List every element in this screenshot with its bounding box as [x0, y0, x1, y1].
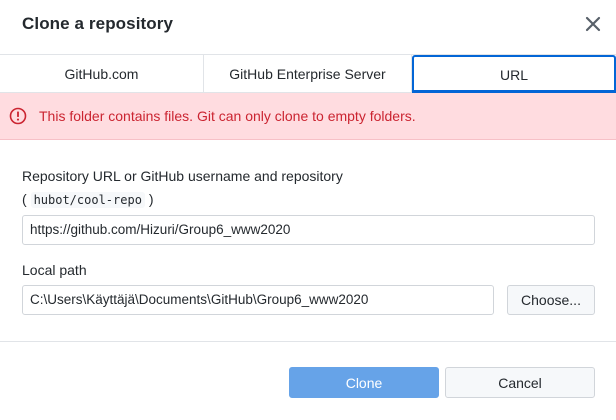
cancel-button[interactable]: Cancel: [445, 367, 595, 398]
repository-url-label: Repository URL or GitHub username and re…: [22, 168, 343, 184]
local-path-input[interactable]: C:\Users\Käyttäjä\Documents\GitHub\Group…: [22, 285, 494, 315]
repository-url-hint: ( hubot/cool-repo ): [22, 191, 154, 208]
clone-button[interactable]: Clone: [289, 367, 439, 398]
tab-bar: GitHub.com GitHub Enterprise Server URL: [0, 55, 616, 93]
hint-close-paren: ): [148, 191, 154, 207]
tab-label: GitHub.com: [64, 65, 139, 82]
dialog-title: Clone a repository: [22, 14, 174, 33]
alert-circle-icon: [9, 107, 27, 125]
hint-open-paren: (: [22, 191, 27, 207]
footer-divider: [0, 341, 616, 342]
choose-button[interactable]: Choose...: [507, 285, 595, 315]
tab-github-com[interactable]: GitHub.com: [0, 55, 204, 92]
tab-url[interactable]: URL: [412, 55, 616, 93]
error-message: This folder contains files. Git can only…: [39, 108, 416, 124]
local-path-label: Local path: [22, 262, 87, 278]
tab-github-enterprise-server[interactable]: GitHub Enterprise Server: [204, 55, 412, 92]
tab-label: URL: [499, 66, 528, 83]
error-banner: This folder contains files. Git can only…: [0, 93, 616, 140]
close-icon[interactable]: [582, 13, 604, 35]
hint-example-code: hubot/cool-repo: [30, 192, 145, 208]
repository-url-input[interactable]: https://github.com/Hizuri/Group6_www2020: [22, 215, 595, 245]
clone-repository-dialog: Clone a repository GitHub.com GitHub Ent…: [0, 0, 616, 420]
tab-label: GitHub Enterprise Server: [229, 65, 386, 82]
dialog-header: Clone a repository: [0, 0, 616, 55]
